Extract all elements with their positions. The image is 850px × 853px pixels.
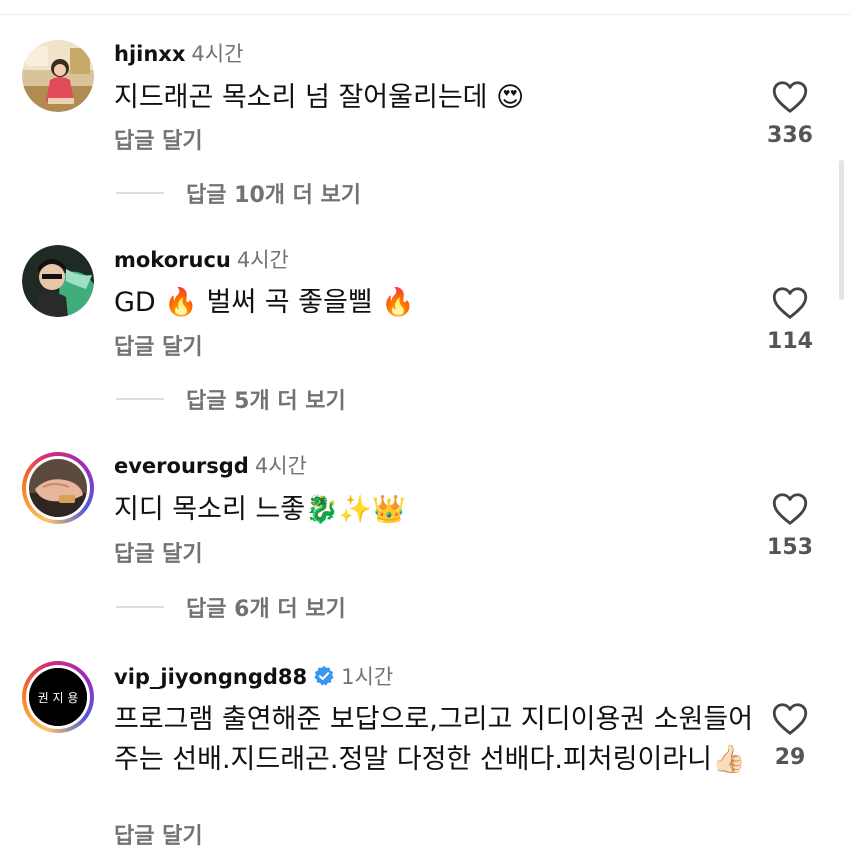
top-divider [0, 14, 850, 15]
comment-meta: everoursgd 4시간 [114, 452, 307, 480]
username[interactable]: hjinxx [114, 42, 185, 66]
avatar-story-ring[interactable] [22, 452, 94, 524]
like-count: 336 [767, 123, 813, 148]
heart-outline-icon[interactable] [772, 702, 808, 736]
timestamp: 4시간 [191, 42, 244, 66]
comment-meta: hjinxx 4시간 [114, 40, 243, 68]
like-group: 336 [760, 80, 820, 150]
reply-button[interactable]: 답글 달기 [114, 127, 203, 157]
avatar[interactable] [22, 245, 94, 317]
avatar-photo [22, 40, 94, 112]
replies-line [116, 398, 164, 400]
timestamp: 4시간 [254, 454, 307, 478]
avatar [29, 459, 87, 517]
replies-line [116, 192, 164, 194]
avatar-photo [22, 245, 94, 317]
verified-badge-icon [314, 665, 334, 686]
view-replies-label: 답글 5개 더 보기 [186, 389, 346, 414]
reply-button[interactable]: 답글 달기 [114, 822, 203, 852]
heart-outline-icon[interactable] [772, 80, 808, 114]
comment-text: 지드래곤 목소리 넘 잘어울리는데 😍 [114, 82, 525, 113]
avatar-photo [29, 459, 87, 517]
avatar[interactable] [22, 40, 94, 112]
scrollbar[interactable] [839, 160, 844, 300]
avatar: 권 지 용 [29, 668, 87, 726]
view-replies-label: 답글 10개 더 보기 [186, 183, 362, 208]
like-group: 114 [760, 286, 820, 356]
like-count: 114 [767, 329, 813, 354]
comment-meta: mokorucu 4시간 [114, 246, 289, 274]
like-group: 29 [760, 702, 820, 772]
avatar-text: 권 지 용 [38, 691, 79, 705]
avatar-photo: 권 지 용 [29, 668, 87, 726]
timestamp: 4시간 [236, 248, 289, 272]
like-group: 153 [760, 492, 820, 562]
view-replies-button[interactable]: 답글 10개 더 보기 [116, 178, 361, 208]
comment-text: GD 🔥 벌써 곡 좋을삘 🔥 [114, 287, 415, 318]
heart-outline-icon[interactable] [772, 492, 808, 526]
reply-button[interactable]: 답글 달기 [114, 333, 203, 363]
timestamp: 1시간 [341, 665, 394, 689]
view-replies-button[interactable]: 답글 6개 더 보기 [116, 592, 346, 622]
avatar-story-ring[interactable]: 권 지 용 [22, 661, 94, 733]
username[interactable]: mokorucu [114, 248, 231, 272]
view-replies-label: 답글 6개 더 보기 [186, 597, 346, 622]
heart-outline-icon[interactable] [772, 286, 808, 320]
like-count: 29 [774, 745, 806, 770]
reply-button[interactable]: 답글 달기 [114, 540, 203, 570]
comment-text: 프로그램 출연해준 보답으로,그리고 지디이용권 소원들어주는 선배.지드래곤.… [114, 704, 754, 775]
comment-meta: vip_jiyongngd88 1시간 [114, 663, 393, 691]
username[interactable]: everoursgd [114, 454, 249, 478]
username[interactable]: vip_jiyongngd88 [114, 665, 307, 689]
comment-text: 지디 목소리 느좋🐉✨👑 [114, 494, 406, 525]
like-count: 153 [767, 535, 813, 560]
comments-screen: hjinxx 4시간 지드래곤 목소리 넘 잘어울리는데 😍 답글 달기 답글 1… [0, 0, 850, 853]
replies-line [116, 606, 164, 608]
view-replies-button[interactable]: 답글 5개 더 보기 [116, 384, 346, 414]
